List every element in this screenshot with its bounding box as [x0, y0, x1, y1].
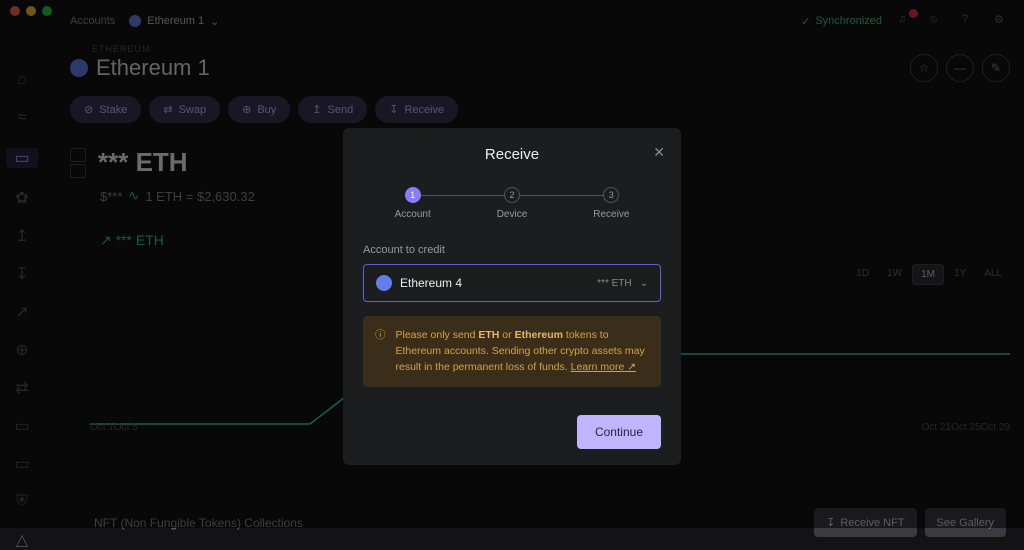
learn-more-link[interactable]: Learn more ↗ — [571, 361, 636, 373]
continue-button[interactable]: Continue — [577, 415, 661, 449]
warning-banner: ⓘ Please only send ETH or Ethereum token… — [363, 316, 661, 387]
info-icon: ⓘ — [375, 328, 386, 375]
step-receive: 3 Receive — [562, 187, 661, 220]
close-icon[interactable]: ✕ — [653, 144, 665, 161]
receive-modal: Receive ✕ 1 Account 2 Device 3 Receive A… — [343, 128, 681, 465]
stepper: 1 Account 2 Device 3 Receive — [363, 187, 661, 220]
step-account: 1 Account — [363, 187, 462, 220]
step-device: 2 Device — [462, 187, 561, 220]
modal-overlay[interactable]: Receive ✕ 1 Account 2 Device 3 Receive A… — [0, 0, 1024, 528]
external-link-icon: ↗ — [627, 361, 636, 373]
account-select[interactable]: Ethereum 4 *** ETH ⌄ — [363, 264, 661, 302]
field-label: Account to credit — [363, 244, 661, 256]
experimental-icon[interactable]: △ — [14, 532, 30, 548]
chevron-down-icon: ⌄ — [640, 278, 648, 289]
ethereum-icon — [376, 275, 392, 291]
select-account-balance: *** ETH — [597, 278, 631, 289]
select-account-name: Ethereum 4 — [400, 276, 462, 290]
modal-title: Receive — [343, 146, 681, 163]
